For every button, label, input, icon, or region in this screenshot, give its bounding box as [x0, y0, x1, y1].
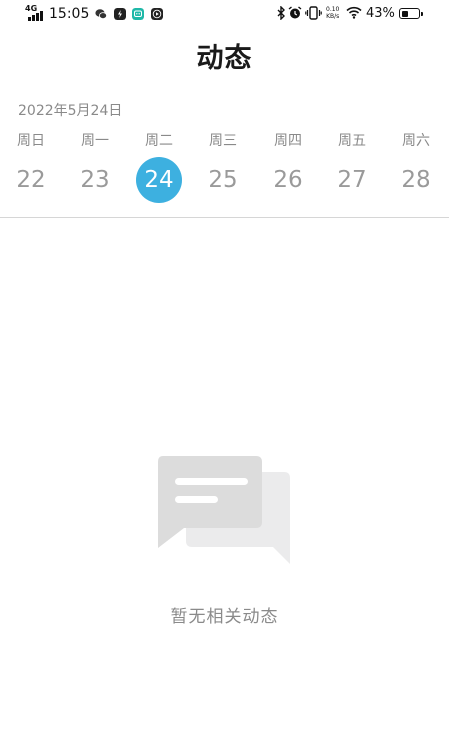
battery-icon — [399, 8, 423, 19]
weekday-label: 周四 — [274, 133, 302, 149]
divider — [0, 217, 449, 218]
day-number: 22 — [16, 167, 46, 193]
wechat-icon — [95, 9, 107, 19]
week-calendar-strip: 周日 22 周一 23 周二 24 周三 25 周四 26 周五 27 周六 2… — [0, 130, 449, 218]
calendar-day[interactable]: 周四 26 — [256, 130, 320, 203]
cellular-signal-icon: 4G — [25, 5, 47, 21]
day-number: 28 — [401, 167, 431, 193]
bluetooth-icon — [277, 6, 285, 20]
messenger-app-icon — [132, 8, 144, 20]
day-number: 23 — [80, 167, 110, 193]
calendar-day[interactable]: 周五 27 — [320, 130, 384, 203]
weekday-label: 周六 — [402, 133, 430, 149]
calendar-day[interactable]: 周三 25 — [191, 130, 255, 203]
weekday-label: 周二 — [145, 133, 173, 149]
empty-state-message: 暂无相关动态 — [170, 607, 279, 627]
network-speed-unit: KB/s — [326, 13, 340, 20]
weekday-label: 周日 — [17, 133, 45, 149]
network-speed-value: 0.10 — [326, 6, 340, 13]
app-notification-icon — [114, 8, 126, 20]
calendar-day[interactable]: 周一 23 — [63, 130, 127, 203]
vibrate-icon — [305, 6, 322, 20]
weekday-label: 周五 — [338, 133, 366, 149]
calendar-day[interactable]: 周日 22 — [0, 130, 63, 203]
day-number: 27 — [337, 167, 367, 193]
day-number: 24 — [136, 157, 182, 203]
status-bar: 4G 15:05 0.10 KB/s 43% — [0, 0, 449, 30]
calendar-day[interactable]: 周二 24 — [127, 130, 191, 203]
chat-bubbles-icon — [158, 456, 290, 564]
calendar-day[interactable]: 周六 28 — [384, 130, 448, 203]
weekday-label: 周三 — [209, 133, 237, 149]
battery-percentage: 43% — [366, 6, 395, 21]
weekday-label: 周一 — [81, 133, 109, 149]
day-number: 25 — [208, 167, 238, 193]
wifi-icon — [346, 6, 362, 19]
current-date: 2022年5月24日 — [18, 103, 123, 119]
alarm-icon — [288, 6, 302, 19]
page-title: 动态 — [196, 43, 253, 74]
video-app-icon — [151, 8, 163, 20]
status-time: 15:05 — [49, 6, 90, 22]
day-number: 26 — [273, 167, 303, 193]
network-speed: 0.10 KB/s — [326, 6, 339, 20]
